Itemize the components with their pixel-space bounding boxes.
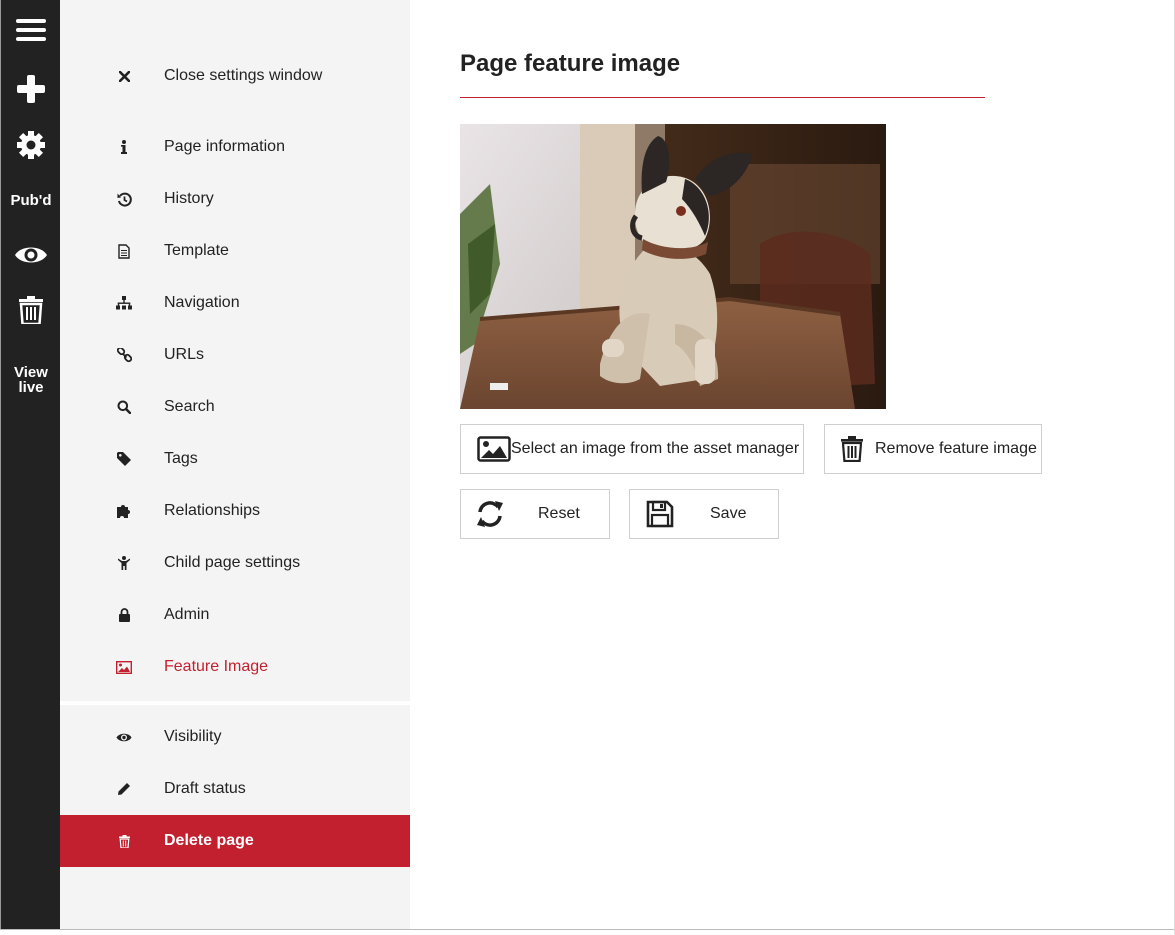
menu-item-label: Child page settings [164, 554, 301, 571]
menu-item-visibility[interactable]: Visibility [60, 711, 410, 763]
menu-item-history[interactable]: History [60, 173, 410, 225]
menu-item-template[interactable]: Template [60, 225, 410, 277]
settings-panel: Close settings window Page information H… [60, 0, 410, 930]
link-icon [116, 347, 132, 363]
sitemap-icon [116, 295, 132, 311]
publish-status-label: Pub'd [10, 191, 52, 209]
menu-item-label: URLs [164, 346, 205, 363]
trash-icon[interactable] [1, 294, 61, 326]
child-icon [116, 555, 132, 571]
search-icon [116, 399, 132, 415]
menu-item-label: Admin [164, 606, 210, 623]
menu-item-label: Feature Image [164, 658, 269, 675]
menu-item-label: Visibility [164, 728, 222, 745]
save-button[interactable]: Save [629, 489, 779, 539]
image-icon [477, 436, 511, 462]
lock-icon [116, 607, 132, 623]
select-image-label: Select an image from the asset manager [511, 440, 800, 457]
close-settings-label: Close settings window [164, 67, 323, 84]
view-live-label-line1: View [14, 364, 48, 381]
menu-item-label: Draft status [164, 780, 246, 797]
menu-item-search[interactable]: Search [60, 381, 410, 433]
puzzle-icon [116, 503, 132, 519]
info-icon [116, 139, 132, 155]
trash-icon [116, 833, 132, 849]
menu-item-label: Relationships [164, 502, 261, 519]
image-icon [116, 659, 132, 675]
remove-image-label: Remove feature image [875, 440, 1037, 457]
tag-icon [116, 451, 132, 467]
gear-icon[interactable] [1, 128, 61, 162]
hamburger-icon[interactable] [1, 12, 61, 48]
reset-button[interactable]: Reset [460, 489, 610, 539]
refresh-icon [475, 500, 505, 528]
view-live-button[interactable]: View live [1, 362, 61, 398]
remove-image-button[interactable]: Remove feature image [824, 424, 1042, 474]
menu-item-urls[interactable]: URLs [60, 329, 410, 381]
close-icon [116, 68, 132, 84]
history-icon [116, 191, 132, 207]
menu-item-navigation[interactable]: Navigation [60, 277, 410, 329]
select-image-button[interactable]: Select an image from the asset manager [460, 424, 804, 474]
eye-icon [116, 729, 132, 745]
title-divider [460, 97, 985, 98]
close-settings-button[interactable]: Close settings window [60, 50, 410, 102]
menu-item-feature-image[interactable]: Feature Image [60, 641, 410, 693]
menu-item-tags[interactable]: Tags [60, 433, 410, 485]
menu-item-child-page-settings[interactable]: Child page settings [60, 537, 410, 589]
menu-divider [60, 701, 410, 705]
plus-icon[interactable] [1, 72, 61, 106]
floppy-disk-icon [646, 500, 674, 528]
menu-item-label: Delete page [164, 832, 254, 849]
menu-item-label: History [164, 190, 214, 207]
menu-item-label: Navigation [164, 294, 240, 311]
menu-item-label: Template [164, 242, 229, 259]
menu-item-delete-page[interactable]: Delete page [60, 815, 410, 867]
save-label: Save [710, 505, 747, 522]
menu-item-label: Search [164, 398, 215, 415]
bottom-border [0, 929, 1175, 930]
menu-item-label: Page information [164, 138, 285, 155]
menu-item-label: Tags [164, 450, 198, 467]
menu-item-page-information[interactable]: Page information [60, 121, 410, 173]
main-content: Page feature image Select an image from … [410, 0, 1174, 930]
reset-label: Reset [538, 505, 580, 522]
menu-item-relationships[interactable]: Relationships [60, 485, 410, 537]
trash-icon [841, 436, 863, 462]
publish-status[interactable]: Pub'd [1, 188, 61, 212]
pencil-icon [116, 781, 132, 797]
eye-icon[interactable] [1, 240, 61, 270]
menu-item-admin[interactable]: Admin [60, 589, 410, 641]
left-toolbar: Pub'd View live [0, 0, 60, 930]
menu-item-draft-status[interactable]: Draft status [60, 763, 410, 815]
document-icon [116, 243, 132, 259]
feature-image-preview [460, 124, 886, 409]
page-title: Page feature image [460, 50, 681, 77]
view-live-label-line2: live [18, 379, 44, 396]
